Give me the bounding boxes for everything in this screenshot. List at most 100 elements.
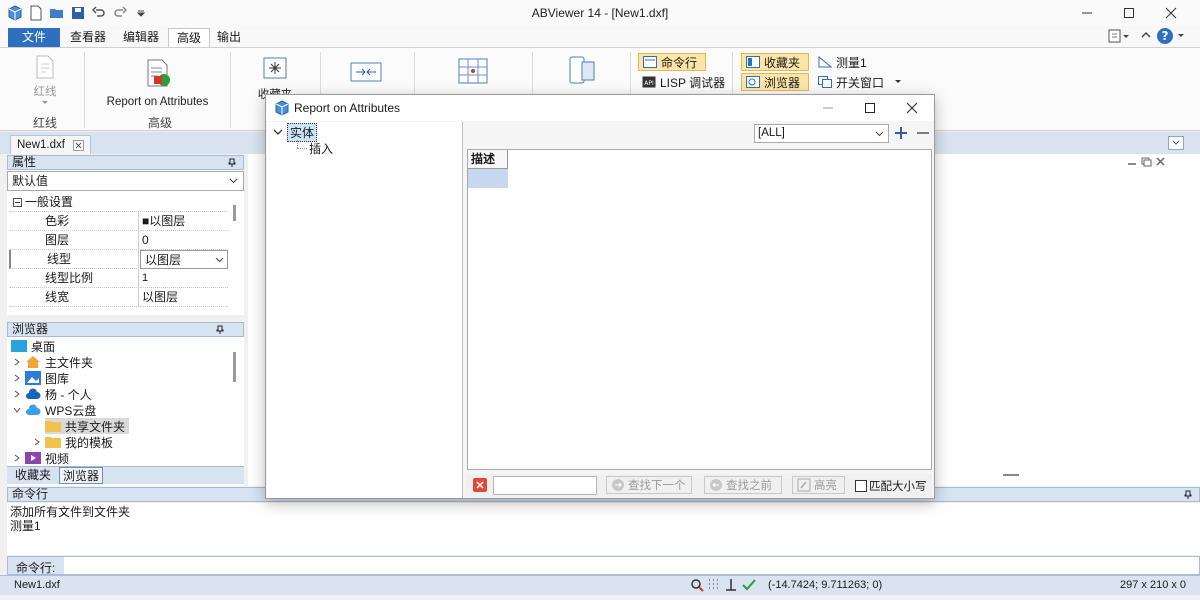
tree-node-insert[interactable]: 插入 xyxy=(309,140,333,156)
favorites-icon xyxy=(746,56,760,68)
tab-list-icon[interactable] xyxy=(1168,136,1184,150)
command-line-toggle[interactable]: 命令行 xyxy=(638,53,706,71)
property-row[interactable]: 线型比例 1 xyxy=(9,269,228,288)
browser-toggle[interactable]: 浏览器 xyxy=(741,73,809,91)
tree-item-gallery[interactable]: 图库 xyxy=(13,370,69,386)
tree-item-label: 我的模板 xyxy=(65,435,114,450)
collapse-ribbon-icon[interactable] xyxy=(1141,30,1151,40)
grid-coordinates-icon[interactable] xyxy=(458,58,488,84)
file-menu[interactable]: 文件 xyxy=(8,28,60,48)
pin-icon[interactable] xyxy=(1183,490,1193,500)
minimize-button[interactable] xyxy=(1064,0,1110,26)
chevron-down-icon[interactable] xyxy=(13,406,21,414)
tab-viewer[interactable]: 查看器 xyxy=(62,28,114,48)
collapse-icon[interactable] xyxy=(13,198,22,207)
property-value: 0 xyxy=(140,231,228,250)
pin-icon[interactable] xyxy=(215,325,225,335)
property-value: ■以图层 xyxy=(140,212,228,231)
tab-favorites[interactable]: 收藏夹 xyxy=(9,467,57,484)
property-row[interactable]: 色彩 ■以图层 xyxy=(9,212,228,231)
tree-item-my-templates[interactable]: 我的模板 xyxy=(33,434,113,450)
chevron-right-icon[interactable] xyxy=(13,374,21,382)
property-row[interactable]: 线宽 以图层 xyxy=(9,288,228,307)
measure-label: 测量1 xyxy=(836,55,867,70)
attribute-report-pane: [ALL] 描述 查找下一个 查找之前 高亮 匹配大小写 xyxy=(466,122,934,498)
linetype-select[interactable]: 以图层 xyxy=(140,250,228,269)
dialog-maximize-button[interactable] xyxy=(850,95,890,121)
match-case-checkbox[interactable]: 匹配大小写 xyxy=(855,478,927,494)
property-key: 色彩 xyxy=(9,212,139,231)
dialog-close-button[interactable] xyxy=(892,95,932,121)
entity-tree: 实体 插入 xyxy=(267,122,463,498)
pin-icon[interactable] xyxy=(227,158,237,168)
attribute-filter-select[interactable]: [ALL] xyxy=(754,124,889,143)
command-panel: 命令行 添加所有文件到文件夹 测量1 命令行: xyxy=(7,487,1200,575)
find-previous-button[interactable]: 查找之前 xyxy=(704,476,782,494)
chevron-right-icon[interactable] xyxy=(13,454,21,462)
find-previous-icon xyxy=(710,479,722,491)
tab-output[interactable]: 输出 xyxy=(209,28,249,48)
chevron-right-icon[interactable] xyxy=(13,358,21,366)
tree-item-videos[interactable]: 视频 xyxy=(13,450,69,466)
command-log-line: 测量1 xyxy=(10,519,41,533)
favorites-toggle[interactable]: 收藏夹 xyxy=(741,53,809,71)
canvas-splitter[interactable] xyxy=(1003,474,1019,476)
cloud-icon xyxy=(26,404,41,415)
tab-editor[interactable]: 编辑器 xyxy=(115,28,167,48)
tree-item-wps-cloud[interactable]: WPS云盘 xyxy=(13,402,96,418)
home-icon xyxy=(26,356,40,368)
browser-scrollbar[interactable] xyxy=(233,352,236,382)
tab-advanced[interactable]: 高级 xyxy=(168,28,211,48)
command-input[interactable] xyxy=(64,557,1199,574)
column-header-description[interactable]: 描述 xyxy=(468,150,508,169)
properties-scrollbar[interactable] xyxy=(233,205,236,221)
maximize-button[interactable] xyxy=(1106,0,1152,26)
property-row[interactable]: 图层 0 xyxy=(9,231,228,250)
folder-icon xyxy=(45,437,61,448)
device-icon[interactable] xyxy=(566,56,596,84)
document-tab[interactable]: New1.dxf xyxy=(10,135,91,154)
app-logo-icon xyxy=(275,100,289,116)
magnifier-icon[interactable] xyxy=(690,578,704,592)
lisp-debugger-button[interactable]: API LISP 调试器 xyxy=(638,73,729,91)
redline-group-label: 红线 xyxy=(32,116,57,130)
style-dropdown-icon[interactable] xyxy=(1108,28,1130,44)
search-input[interactable] xyxy=(493,476,597,495)
tree-item-shared-folder[interactable]: 共享文件夹 xyxy=(45,418,130,434)
tree-item-onedrive[interactable]: 杨 - 个人 xyxy=(13,386,92,402)
compare-files-icon[interactable] xyxy=(350,62,382,82)
dialog-minimize-button[interactable] xyxy=(808,95,848,121)
tree-item-desktop[interactable]: 桌面 xyxy=(11,338,55,354)
redline-button[interactable]: 红线 xyxy=(24,54,66,107)
table-row[interactable] xyxy=(468,169,508,188)
add-filter-button[interactable] xyxy=(894,126,908,140)
property-value: 以图层 xyxy=(145,253,182,267)
highlight-label: 高亮 xyxy=(814,480,837,492)
close-button[interactable] xyxy=(1148,0,1194,26)
property-preset-select[interactable]: 默认值 xyxy=(7,171,244,191)
report-on-attributes-button[interactable]: Report on Attributes xyxy=(100,58,215,108)
property-section-row[interactable]: 一般设置 xyxy=(9,193,227,212)
snap-check-icon[interactable] xyxy=(741,578,757,592)
tree-item-home[interactable]: 主文件夹 xyxy=(13,354,93,370)
remove-filter-button[interactable] xyxy=(916,126,930,140)
highlight-button[interactable]: 高亮 xyxy=(792,476,845,494)
command-line-label: 命令行 xyxy=(661,55,698,70)
property-row[interactable]: 线型 以图层 xyxy=(9,250,228,269)
clear-search-button[interactable] xyxy=(473,478,487,492)
ortho-icon[interactable] xyxy=(724,578,738,592)
property-section-label: 一般设置 xyxy=(25,195,74,209)
chevron-down-icon[interactable] xyxy=(273,128,283,136)
minus-icon xyxy=(917,132,929,134)
browser-title: 浏览器 xyxy=(12,322,49,336)
chevron-right-icon[interactable] xyxy=(33,438,41,446)
measure-button[interactable]: 测量1 xyxy=(814,53,871,71)
chevron-right-icon[interactable] xyxy=(13,390,21,398)
close-icon[interactable] xyxy=(72,139,84,151)
tree-node-entity[interactable]: 实体 xyxy=(273,122,318,142)
help-icon[interactable]: ? xyxy=(1156,27,1186,45)
switch-window-button[interactable]: 开关窗口 xyxy=(814,73,906,91)
find-next-button[interactable]: 查找下一个 xyxy=(606,476,692,494)
grid-snap-icon[interactable] xyxy=(707,578,721,592)
tab-browser[interactable]: 浏览器 xyxy=(59,467,104,484)
